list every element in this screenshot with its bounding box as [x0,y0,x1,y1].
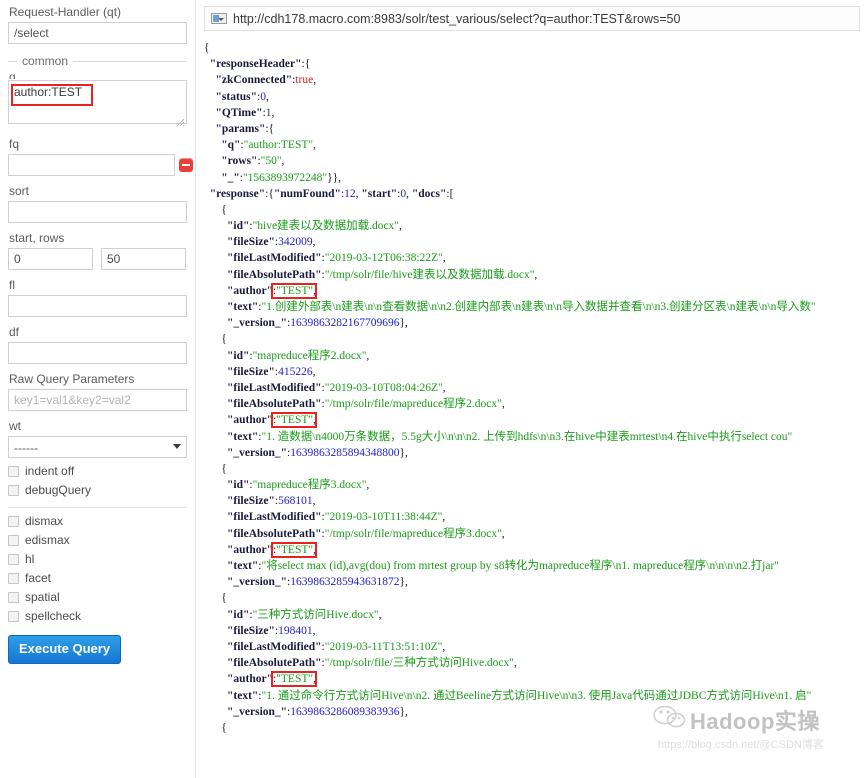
wt-select[interactable]: ------ [8,436,187,458]
legend-dash-left [8,60,17,62]
start-input[interactable] [8,248,93,270]
checkbox-row-edismax[interactable]: edismax [8,534,187,546]
fq-input[interactable] [8,154,175,176]
fl-field-group: fl [8,279,187,317]
checkbox-debugquery[interactable] [8,484,19,496]
checkbox-spellcheck[interactable] [8,610,19,622]
checkbox-edismax[interactable] [8,534,19,546]
checkbox-label-edismax: edismax [25,533,70,547]
checkbox-group-top: indent off debugQuery [8,465,187,496]
json-response-viewer: { "responseHeader":{ "zkConnected":true,… [204,42,816,734]
execute-query-button[interactable]: Execute Query [8,635,122,664]
fq-field-group: fq [8,137,193,176]
minus-icon [182,164,190,166]
request-url-bar[interactable]: http://cdh178.macro.com:8983/solr/test_v… [204,6,860,31]
sidebar-divider [8,507,187,508]
q-field-group: q author:TEST [8,71,187,129]
legend-line-right [73,60,187,62]
checkbox-spatial[interactable] [8,591,19,603]
common-fieldset-legend: common [8,55,187,67]
fq-label: fq [9,137,20,151]
sort-input[interactable] [8,201,187,223]
wt-label: wt [9,419,21,433]
checkbox-row-hl[interactable]: hl [8,553,187,565]
select-dropdown-icon [211,13,227,24]
rows-input[interactable] [101,248,186,270]
query-form-sidebar: Request-Handler (qt) common q author:TES… [0,0,196,778]
checkbox-row-dismax[interactable]: dismax [8,515,187,527]
checkbox-label-debugquery: debugQuery [25,483,92,497]
checkbox-group-bottom: dismax edismax hl facet spatial spellche… [8,515,187,622]
checkbox-label-spatial: spatial [25,590,60,604]
response-panel: http://cdh178.macro.com:8983/solr/test_v… [196,0,866,778]
checkbox-label-facet: facet [25,571,52,585]
q-label: q [9,71,16,79]
checkbox-label-hl: hl [25,552,35,566]
checkbox-row-debugquery[interactable]: debugQuery [8,484,187,496]
checkbox-label-dismax: dismax [25,514,64,528]
raw-query-params-group: Raw Query Parameters [8,373,187,411]
checkbox-facet[interactable] [8,572,19,584]
df-field-group: df [8,326,187,364]
request-handler-input[interactable] [8,22,187,44]
checkbox-row-indent-off[interactable]: indent off [8,465,187,477]
start-rows-field-group: start, rows [8,232,187,270]
checkbox-label-indent-off: indent off [25,464,75,478]
checkbox-indent-off[interactable] [8,465,19,477]
checkbox-dismax[interactable] [8,515,19,527]
df-input[interactable] [8,342,187,364]
request-url-text: http://cdh178.macro.com:8983/solr/test_v… [233,11,681,26]
checkbox-label-spellcheck: spellcheck [25,609,82,623]
solr-query-page: Request-Handler (qt) common q author:TES… [0,0,866,778]
checkbox-hl[interactable] [8,553,19,565]
sort-label: sort [9,184,30,198]
checkbox-row-spellcheck[interactable]: spellcheck [8,610,187,622]
checkbox-row-facet[interactable]: facet [8,572,187,584]
fl-input[interactable] [8,295,187,317]
start-rows-label: start, rows [9,231,65,245]
checkbox-row-spatial[interactable]: spatial [8,591,187,603]
raw-query-params-input[interactable] [8,389,187,411]
common-legend-text: common [22,54,69,68]
df-label: df [9,325,20,339]
fq-remove-button[interactable] [179,158,193,172]
raw-query-params-label: Raw Query Parameters [9,372,135,386]
fl-label: fl [9,278,15,292]
q-input[interactable]: author:TEST [8,80,187,124]
sort-field-group: sort [8,185,187,223]
request-handler-label: Request-Handler (qt) [9,5,122,19]
wt-field-group: wt ------ [8,420,187,458]
